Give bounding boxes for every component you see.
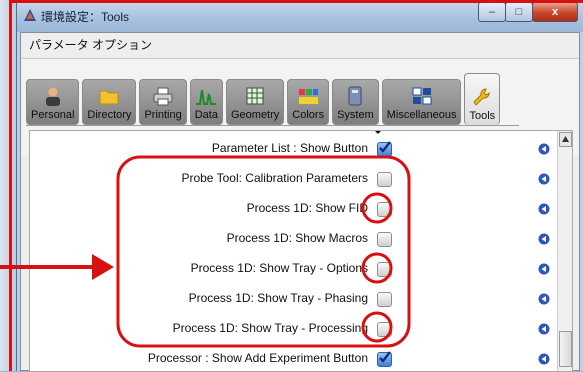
wrench-icon <box>471 87 493 107</box>
app-icon <box>24 9 36 21</box>
option-checkbox[interactable] <box>377 351 392 367</box>
scroll-thumb[interactable] <box>559 331 572 367</box>
title-bar[interactable]: 環境設定：Tools – □ x <box>17 0 583 32</box>
tab-label: Directory <box>87 109 132 121</box>
tab-tools[interactable]: Tools <box>464 73 501 125</box>
person-icon <box>42 86 64 106</box>
option-label: Processor : Show Add Experiment Button <box>147 351 368 365</box>
option-label: Process 1D: Show Macros <box>226 231 368 245</box>
tab-data[interactable]: Data <box>189 79 223 125</box>
option-help-arrow-icon[interactable] <box>538 292 550 305</box>
options-list: Parameter List : Show Button Probe Tool: … <box>29 130 573 372</box>
option-help-arrow-icon[interactable] <box>538 262 550 275</box>
option-checkbox[interactable] <box>377 232 392 247</box>
option-label: Parameter List : Show Button <box>211 141 368 155</box>
annotation-frame-top <box>9 0 583 3</box>
tab-label: Colors <box>292 109 325 121</box>
option-checkbox[interactable] <box>377 322 392 337</box>
option-help-arrow-icon[interactable] <box>538 352 550 365</box>
option-checkbox[interactable] <box>377 292 392 307</box>
option-help-arrow-icon[interactable] <box>538 142 550 155</box>
checkmark-icon <box>379 351 391 363</box>
tab-system[interactable]: System <box>332 79 379 125</box>
spectrum-icon <box>195 86 217 106</box>
option-label: Process 1D: Show Tray - Options <box>190 261 368 275</box>
tab-label: Tools <box>469 110 496 122</box>
option-row: Process 1D: Show Tray - Phasing <box>30 283 556 313</box>
annotation-frame-left <box>9 0 12 371</box>
option-checkbox[interactable] <box>377 141 392 157</box>
tab-label: Data <box>194 109 218 121</box>
menu-bar: パラメータ オプション <box>21 33 579 59</box>
option-label: Probe Tool: Calibration Parameters <box>181 171 368 185</box>
option-checkbox[interactable] <box>377 262 392 277</box>
option-checkbox[interactable] <box>377 172 392 187</box>
grid-icon <box>244 86 266 106</box>
tab-label: Geometry <box>230 109 280 121</box>
minimize-button[interactable]: – <box>478 2 506 22</box>
option-row: Process 1D: Show Tray - Options <box>30 253 556 283</box>
vertical-scrollbar[interactable] <box>557 131 572 371</box>
system-icon <box>344 86 366 106</box>
misc-icon <box>411 86 433 106</box>
option-help-arrow-icon[interactable] <box>538 172 550 185</box>
window-title: 環境設定：Tools <box>41 10 130 24</box>
option-label: Process 1D: Show Tray - Processing <box>172 321 368 335</box>
tab-colors[interactable]: Colors <box>287 79 330 125</box>
option-row: Probe Tool: Calibration Parameters <box>30 163 556 193</box>
colors-icon <box>297 86 319 106</box>
tab-directory[interactable]: Directory <box>82 79 137 125</box>
option-row: Processor : Show Add Experiment Button <box>30 343 556 371</box>
option-checkbox[interactable] <box>377 202 392 217</box>
option-row: Parameter List : Show Button <box>30 133 556 163</box>
preferences-window: 環境設定：Tools – □ x パラメータ オプション Personal Dir… <box>16 0 583 372</box>
option-help-arrow-icon[interactable] <box>538 202 550 215</box>
tab-label: Miscellaneous <box>386 109 457 121</box>
tab-label: Personal <box>31 109 75 121</box>
option-row: Process 1D: Show FID <box>30 193 556 223</box>
option-row: Process 1D: Show Tray - Processing <box>30 313 556 343</box>
close-button[interactable]: x <box>532 2 578 22</box>
option-row: Process 1D: Show Macros <box>30 223 556 253</box>
tab-printing[interactable]: Printing <box>139 79 187 125</box>
printer-icon <box>152 86 174 106</box>
folder-icon <box>98 86 120 106</box>
option-help-arrow-icon[interactable] <box>538 232 550 245</box>
checkmark-icon <box>379 141 391 153</box>
option-help-arrow-icon[interactable] <box>538 322 550 335</box>
maximize-button[interactable]: □ <box>505 2 533 22</box>
option-label: Process 1D: Show Tray - Phasing <box>188 291 368 305</box>
window-client: パラメータ オプション Personal Directory Printing Dat… <box>20 32 580 372</box>
menu-parameter-options[interactable]: パラメータ オプション <box>29 38 152 52</box>
desktop-background <box>0 0 16 371</box>
option-label: Process 1D: Show FID <box>246 201 368 215</box>
tab-label: Printing <box>144 109 182 121</box>
tab-geometry[interactable]: Geometry <box>225 79 285 125</box>
scroll-up-button[interactable] <box>559 132 572 147</box>
toolbar-divider <box>26 125 519 126</box>
tab-label: System <box>337 109 374 121</box>
tab-miscellaneous[interactable]: Miscellaneous <box>381 79 462 125</box>
tab-personal[interactable]: Personal <box>26 79 80 125</box>
